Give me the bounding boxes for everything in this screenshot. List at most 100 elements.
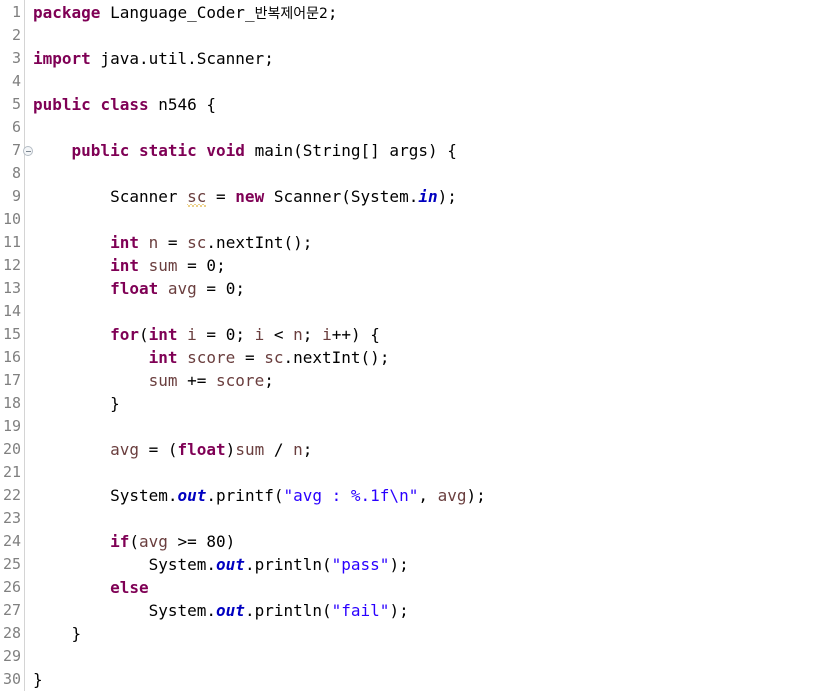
- code-token: =: [235, 348, 265, 367]
- code-token: ,: [418, 486, 438, 505]
- code-token: n: [293, 440, 303, 459]
- code-line[interactable]: int n = sc.nextInt();: [33, 231, 832, 254]
- code-token: .nextInt();: [283, 348, 390, 367]
- code-token: >=: [167, 532, 207, 551]
- line-number: 4: [11, 72, 21, 90]
- code-token: void: [206, 141, 245, 160]
- code-token: =: [206, 187, 236, 206]
- code-token: ): [225, 440, 236, 459]
- code-line[interactable]: if(avg >= 80): [33, 530, 832, 553]
- code-token: }: [33, 670, 43, 689]
- code-token: 80: [206, 532, 226, 551]
- code-token: System.: [33, 555, 217, 574]
- code-token: System.: [33, 486, 178, 505]
- code-line[interactable]: System.out.println("pass");: [33, 553, 832, 576]
- code-token: /: [264, 440, 294, 459]
- code-token: sum: [235, 440, 265, 459]
- code-token: float: [110, 279, 159, 298]
- code-editor[interactable]: 1 2 3 4 5 6 7 8 9 10 11 12 13 14 15 16 17 18 19 20 21 22 23 24 2…: [0, 0, 832, 691]
- code-line[interactable]: [33, 300, 832, 323]
- code-token: if: [110, 532, 130, 551]
- code-line[interactable]: [33, 208, 832, 231]
- code-token: ;: [235, 279, 245, 298]
- code-token: );: [466, 486, 486, 505]
- fold-collapse-icon[interactable]: [23, 146, 33, 156]
- code-line[interactable]: [33, 461, 832, 484]
- code-token: public: [71, 141, 130, 160]
- code-token: .printf(: [206, 486, 284, 505]
- code-token: =: [177, 256, 207, 275]
- code-line[interactable]: [33, 507, 832, 530]
- line-number-gutter[interactable]: 1 2 3 4 5 6 7 8 9 10 11 12 13 14 15 16 17 18 19 20 21 22 23 24 2…: [0, 0, 33, 691]
- code-token: );: [389, 555, 409, 574]
- line-number: 27: [2, 601, 21, 619]
- code-line[interactable]: [33, 24, 832, 47]
- code-line[interactable]: [33, 645, 832, 668]
- code-line[interactable]: sum += score;: [33, 369, 832, 392]
- line-number: 21: [2, 463, 21, 481]
- code-token: avg: [138, 532, 168, 551]
- code-token: out: [177, 486, 207, 505]
- code-line[interactable]: }: [33, 392, 832, 415]
- code-line[interactable]: else: [33, 576, 832, 599]
- code-token: ;: [327, 3, 338, 22]
- line-number: 24: [2, 532, 21, 550]
- code-token: Scanner(System.: [264, 187, 419, 206]
- code-token: =: [158, 233, 188, 252]
- code-token: int: [110, 256, 139, 275]
- code-line[interactable]: public class n546 {: [33, 93, 832, 116]
- code-line[interactable]: [33, 116, 832, 139]
- code-token: .println(: [244, 555, 332, 574]
- code-line[interactable]: import java.util.Scanner;: [33, 47, 832, 70]
- code-line[interactable]: package Language_Coder_반복제어문2;: [33, 1, 832, 24]
- line-number: 13: [2, 279, 21, 297]
- code-line[interactable]: int score = sc.nextInt();: [33, 346, 832, 369]
- code-line[interactable]: int sum = 0;: [33, 254, 832, 277]
- code-token: ;: [302, 440, 313, 459]
- code-token: "fail": [331, 601, 390, 620]
- code-line[interactable]: }: [33, 622, 832, 645]
- line-number: 14: [2, 302, 21, 320]
- code-line[interactable]: [33, 70, 832, 93]
- code-token: n546 {: [148, 95, 217, 114]
- code-token: "pass": [331, 555, 390, 574]
- code-line[interactable]: public static void main(String[] args) {: [33, 139, 832, 162]
- code-token: java.util.Scanner;: [90, 49, 274, 68]
- code-line[interactable]: for(int i = 0; i < n; i++) {: [33, 323, 832, 346]
- code-token: out: [216, 601, 245, 620]
- code-token: float: [177, 440, 226, 459]
- line-number: 29: [2, 647, 21, 665]
- code-line[interactable]: Scanner sc = new Scanner(System.in);: [33, 185, 832, 208]
- code-token: =: [196, 279, 226, 298]
- code-token: sum: [148, 371, 178, 390]
- code-line[interactable]: float avg = 0;: [33, 277, 832, 300]
- code-line[interactable]: avg = (float)sum / n;: [33, 438, 832, 461]
- line-number: 12: [2, 256, 21, 274]
- code-token: }: [33, 624, 82, 643]
- code-token: .nextInt();: [206, 233, 313, 252]
- code-line[interactable]: [33, 415, 832, 438]
- code-line[interactable]: System.out.printf("avg : %.1f\n", avg);: [33, 484, 832, 507]
- code-text-area[interactable]: package Language_Coder_반복제어문2; import ja…: [25, 0, 832, 691]
- code-token: );: [389, 601, 409, 620]
- code-token: int: [148, 348, 178, 367]
- line-number: 16: [2, 348, 21, 366]
- code-token: in: [418, 187, 438, 206]
- code-token: new: [235, 187, 265, 206]
- code-token: }: [33, 394, 120, 413]
- code-line[interactable]: [33, 162, 832, 185]
- code-token: System.: [33, 601, 217, 620]
- line-number: 10: [2, 210, 21, 228]
- code-line[interactable]: System.out.println("fail");: [33, 599, 832, 622]
- line-number: 17: [2, 371, 21, 389]
